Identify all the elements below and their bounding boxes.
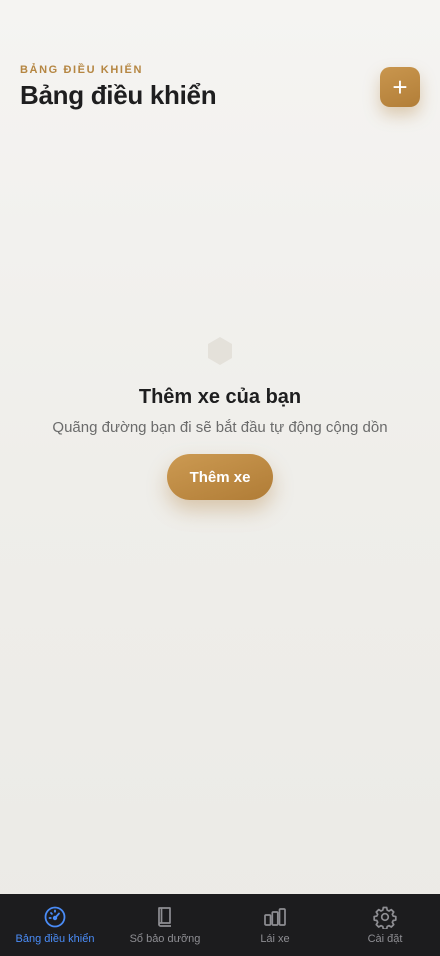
empty-state-title: Thêm xe của bạn xyxy=(138,386,302,408)
tab-driving[interactable]: Lái xe xyxy=(220,894,330,956)
tab-label: Lái xe xyxy=(260,933,290,945)
page-header: BẢNG ĐIỀU KHIỂN Bảng điều khiển xyxy=(20,64,217,111)
tab-label: Bảng điều khiển xyxy=(15,933,95,945)
tab-label: Sổ bảo dưỡng xyxy=(129,933,201,945)
speedometer-icon xyxy=(44,906,66,928)
book-icon xyxy=(158,907,171,927)
hexagon-icon xyxy=(208,337,232,365)
tab-label: Cài đặt xyxy=(367,933,403,945)
tab-settings[interactable]: Cài đặt xyxy=(330,894,440,956)
tab-bar: Bảng điều khiển Sổ bảo dưỡng Lái xe Cài … xyxy=(0,894,440,956)
tab-maintenance-log[interactable]: Sổ bảo dưỡng xyxy=(110,894,220,956)
add-vehicle-button[interactable]: + xyxy=(380,67,420,107)
gear-icon xyxy=(373,906,397,929)
page-title: Bảng điều khiển xyxy=(20,80,217,110)
tab-dashboard[interactable]: Bảng điều khiển xyxy=(0,894,110,956)
empty-state-subtitle: Quãng đường bạn đi sẽ bắt đầu tự động cộ… xyxy=(52,419,388,436)
page-eyebrow: BẢNG ĐIỀU KHIỂN xyxy=(20,64,144,76)
bar-chart-icon xyxy=(264,908,286,926)
add-vehicle-cta-button[interactable]: Thêm xe xyxy=(167,454,273,500)
plus-icon: + xyxy=(392,72,408,102)
empty-state: Thêm xe của bạn Quãng đường bạn đi sẽ bắ… xyxy=(0,336,440,500)
